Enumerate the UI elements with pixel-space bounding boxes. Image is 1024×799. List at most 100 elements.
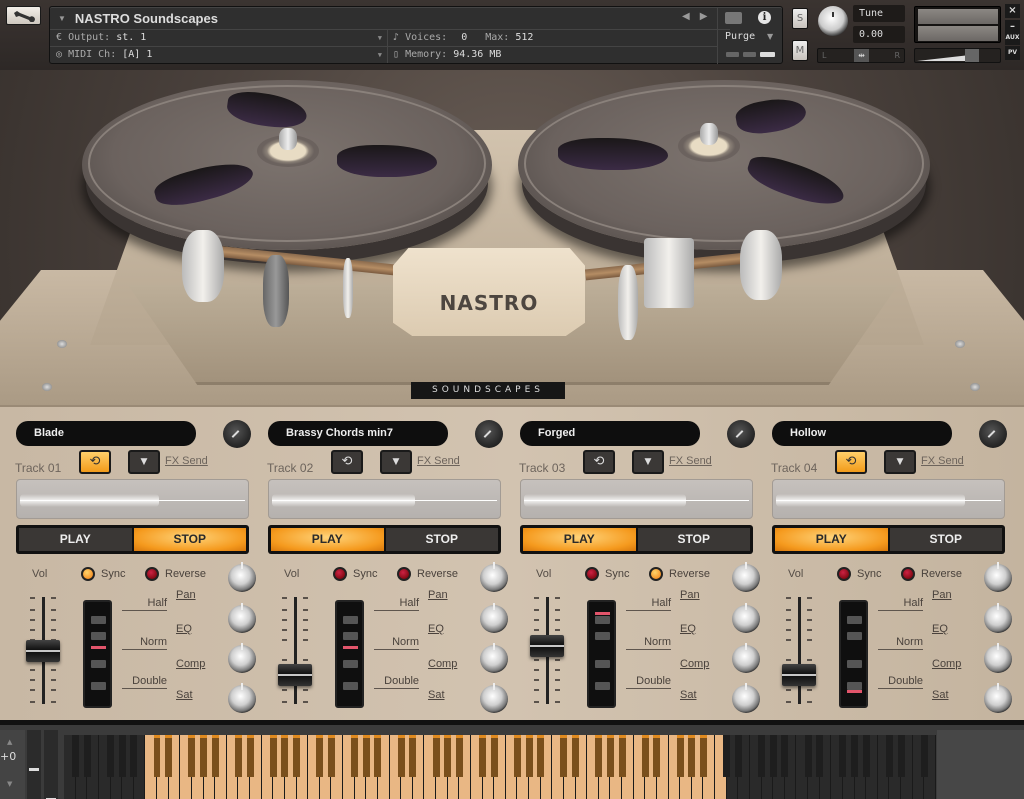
stop-button[interactable]: STOP xyxy=(889,528,1002,551)
black-key[interactable] xyxy=(537,735,545,777)
output-selector[interactable]: € Output: st. 1 ▼ xyxy=(56,29,386,46)
sync-led-button[interactable] xyxy=(333,567,347,581)
sync-led-button[interactable] xyxy=(585,567,599,581)
fader-cap[interactable] xyxy=(782,663,816,686)
black-key[interactable] xyxy=(316,735,324,777)
black-key[interactable] xyxy=(816,735,824,777)
speed-selector[interactable] xyxy=(335,600,364,708)
black-key[interactable] xyxy=(83,735,91,777)
black-key[interactable] xyxy=(188,735,196,777)
wrench-button[interactable] xyxy=(6,6,41,25)
piano-keyboard[interactable] xyxy=(64,735,936,799)
black-key[interactable] xyxy=(153,735,161,777)
speed-selector[interactable] xyxy=(83,600,112,708)
fx-send-knob[interactable] xyxy=(979,420,1007,448)
fx-send-knob[interactable] xyxy=(223,420,251,448)
mod-wheel-strip[interactable] xyxy=(44,730,58,799)
black-key[interactable] xyxy=(688,735,696,777)
fx-send-knob[interactable] xyxy=(475,420,503,448)
play-button[interactable]: PLAY xyxy=(523,528,636,551)
pv-button[interactable]: PV xyxy=(1005,46,1020,60)
speed-selector[interactable] xyxy=(839,600,868,708)
black-key[interactable] xyxy=(200,735,207,777)
stop-button[interactable]: STOP xyxy=(133,528,246,551)
fx-send-knob[interactable] xyxy=(727,420,755,448)
black-key[interactable] xyxy=(560,735,568,777)
prev-arrow-icon[interactable]: ◀ xyxy=(682,11,700,22)
info-icon[interactable]: i xyxy=(758,11,771,24)
black-key[interactable] xyxy=(572,735,580,777)
loop-button[interactable]: ⟲ xyxy=(835,450,867,474)
max-voices-value[interactable]: 512 xyxy=(515,32,533,43)
play-button[interactable]: PLAY xyxy=(19,528,132,551)
volume-fader[interactable] xyxy=(274,597,316,707)
black-key[interactable] xyxy=(479,735,487,777)
play-button[interactable]: PLAY xyxy=(271,528,384,551)
play-button[interactable]: PLAY xyxy=(775,528,888,551)
black-key[interactable] xyxy=(281,735,289,777)
stop-button[interactable]: STOP xyxy=(637,528,750,551)
comp-knob[interactable] xyxy=(984,643,1012,673)
black-key[interactable] xyxy=(490,735,498,777)
black-key[interactable] xyxy=(432,735,440,777)
black-key[interactable] xyxy=(676,735,684,777)
pitch-bend-strip[interactable] xyxy=(27,730,41,799)
sample-name-display[interactable]: Brassy Chords min7 xyxy=(268,421,448,446)
black-key[interactable] xyxy=(595,735,603,777)
volume-slider[interactable] xyxy=(914,48,1001,63)
waveform-display[interactable] xyxy=(268,479,501,519)
black-key[interactable] xyxy=(444,735,452,777)
pan-slider[interactable]: L ⇹ R xyxy=(817,48,905,63)
pitch-bend-handle[interactable] xyxy=(29,768,39,771)
black-key[interactable] xyxy=(769,735,777,777)
sync-led-button[interactable] xyxy=(837,567,851,581)
black-key[interactable] xyxy=(781,735,789,777)
pan-handle[interactable]: ⇹ xyxy=(854,49,869,62)
black-key[interactable] xyxy=(653,735,661,777)
octave-up-icon[interactable]: ▲ xyxy=(7,738,12,746)
sample-menu-button[interactable]: ▼ xyxy=(380,450,412,474)
reverse-led-button[interactable] xyxy=(397,567,411,581)
volume-fader[interactable] xyxy=(526,597,568,707)
sample-name-display[interactable]: Blade xyxy=(16,421,196,446)
solo-button[interactable]: S xyxy=(792,8,808,29)
loop-button[interactable]: ⟲ xyxy=(79,450,111,474)
sample-name-display[interactable]: Forged xyxy=(520,421,700,446)
black-key[interactable] xyxy=(804,735,812,777)
black-key[interactable] xyxy=(269,735,277,777)
loop-button[interactable]: ⟲ xyxy=(583,450,615,474)
reverse-led-button[interactable] xyxy=(901,567,915,581)
black-key[interactable] xyxy=(107,735,114,777)
sample-menu-button[interactable]: ▼ xyxy=(884,450,916,474)
reverse-led-button[interactable] xyxy=(145,567,159,581)
purge-menu[interactable]: Purge xyxy=(725,31,755,42)
loop-button[interactable]: ⟲ xyxy=(331,450,363,474)
reverse-led-button[interactable] xyxy=(649,567,663,581)
waveform-display[interactable] xyxy=(16,479,249,519)
octave-down-icon[interactable]: ▼ xyxy=(7,780,12,788)
mute-button[interactable]: M xyxy=(792,40,808,61)
pan-knob[interactable] xyxy=(984,562,1012,592)
black-key[interactable] xyxy=(246,735,254,777)
sample-menu-button[interactable]: ▼ xyxy=(632,450,664,474)
fader-cap[interactable] xyxy=(278,663,312,686)
black-key[interactable] xyxy=(409,735,417,777)
black-key[interactable] xyxy=(513,735,521,777)
collapse-arrow-icon[interactable]: ▼ xyxy=(58,14,66,23)
sat-knob[interactable] xyxy=(984,683,1012,713)
stop-button[interactable]: STOP xyxy=(385,528,498,551)
black-key[interactable] xyxy=(455,735,463,777)
instrument-title-bar[interactable]: ▼ NASTRO Soundscapes xyxy=(50,7,597,29)
sample-menu-button[interactable]: ▼ xyxy=(128,450,160,474)
close-button[interactable]: × xyxy=(1005,4,1020,18)
fader-cap[interactable] xyxy=(530,634,564,657)
fader-cap[interactable] xyxy=(26,640,60,663)
midi-channel-selector[interactable]: ◎ MIDI Ch: [A] 1 ▼ xyxy=(56,46,386,63)
black-key[interactable] xyxy=(920,735,928,777)
black-key[interactable] xyxy=(165,735,173,777)
volume-fader[interactable] xyxy=(778,597,820,707)
black-key[interactable] xyxy=(618,735,626,777)
black-key[interactable] xyxy=(641,735,649,777)
camera-icon[interactable] xyxy=(725,12,742,24)
black-key[interactable] xyxy=(211,735,219,777)
